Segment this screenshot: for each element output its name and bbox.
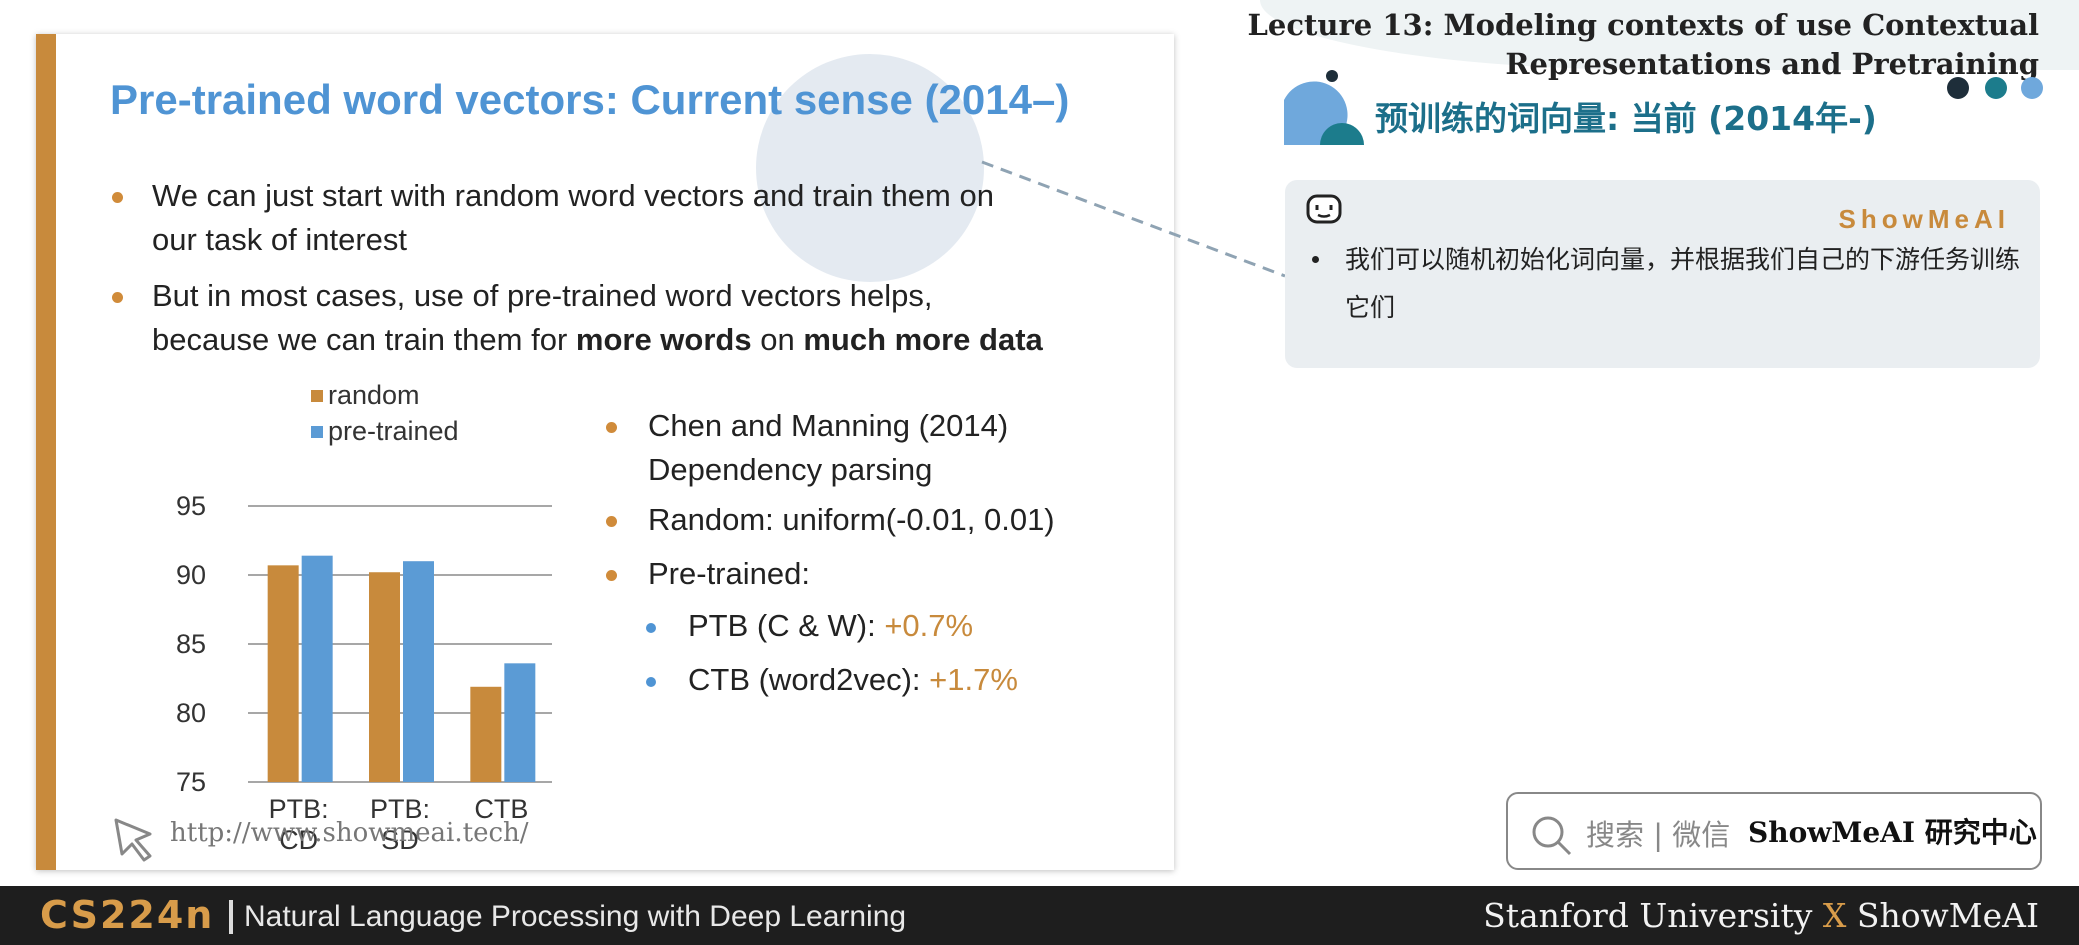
legend-swatch — [311, 426, 323, 438]
bullet-dot — [112, 192, 123, 203]
note-text: 我们可以随机初始化词向量，并根据我们自己的下游任务训练它们 — [1345, 245, 2021, 322]
right-bullet-3: Pre-trained: — [648, 556, 810, 591]
chinese-heading: 预训练的词向量: 当前 (2014年-) — [1375, 99, 1877, 138]
bullet-dot — [606, 570, 617, 581]
heading-decoration-icon — [1284, 70, 1364, 145]
bar — [369, 572, 400, 782]
sub-bullet-dot — [646, 677, 656, 687]
bar-chart: randompre-trained9590858075PTB:CDPTB:SDC… — [176, 380, 552, 855]
legend-label: random — [328, 380, 420, 410]
right-bullet-1-line2: Dependency parsing — [648, 452, 933, 487]
footer-course: CS224n — [40, 893, 215, 937]
sub-bullet-2-value: +1.7% — [929, 662, 1018, 697]
footer-credit-b: ShowMeAI — [1846, 896, 2039, 935]
footer-credit: Stanford University X ShowMeAI — [1483, 896, 2039, 935]
search-label: 搜索 | 微信 — [1586, 818, 1731, 852]
sub-bullet-dot — [646, 623, 656, 633]
cursor-icon — [114, 818, 152, 862]
sub-bullet-1: PTB (C & W): +0.7% — [688, 604, 973, 648]
lecture-title-line1: Lecture 13: Modeling contexts of use Con… — [1247, 8, 2039, 42]
bar — [504, 663, 536, 782]
connector-line — [981, 160, 1286, 278]
note-bullet-dot — [1312, 256, 1319, 263]
right-bullet-1: Chen and Manning (2014) Dependency parsi… — [648, 404, 1008, 492]
y-tick-label: 80 — [176, 698, 206, 728]
decorative-dots — [1947, 77, 2043, 99]
bullet-2-text-c: on — [751, 322, 804, 357]
bullet-2-bold-b: much more data — [803, 322, 1043, 357]
footer-bar: CS224n Natural Language Processing with … — [0, 886, 2079, 945]
bar — [301, 555, 333, 782]
search-icon — [1532, 816, 1572, 856]
note-brand: ShowMeAI — [1838, 204, 2010, 234]
slide-title: Pre-trained word vectors: Current sense … — [110, 76, 1070, 123]
note-card: ShowMeAI 我们可以随机初始化词向量，并根据我们自己的下游任务训练它们 — [1285, 180, 2040, 368]
url-link[interactable]: http://www.showmeai.tech/ — [170, 818, 529, 848]
slide-accent-bar — [36, 34, 56, 870]
bullet-1: We can just start with random word vecto… — [152, 174, 994, 262]
sub-bullet-2-label: CTB (word2vec): — [688, 662, 930, 697]
bar — [470, 686, 502, 782]
search-brand: ShowMeAI 研究中心 — [1748, 816, 2037, 849]
bar — [267, 565, 299, 782]
y-tick-label: 90 — [176, 560, 206, 590]
footer-credit-x: X — [1822, 896, 1847, 935]
sub-bullet-1-value: +0.7% — [884, 608, 974, 643]
footer-credit-a: Stanford University — [1483, 896, 1823, 935]
bullet-2-line1: But in most cases, use of pre-trained wo… — [152, 278, 933, 313]
wechat-search-box[interactable]: 搜索 | 微信 ShowMeAI 研究中心 — [1506, 792, 2042, 870]
right-bullet-1-line1: Chen and Manning (2014) — [648, 408, 1009, 443]
bullet-2-bold-a: more words — [575, 322, 752, 357]
bullet-2: But in most cases, use of pre-trained wo… — [152, 274, 1043, 362]
legend-label: pre-trained — [328, 416, 459, 446]
bullet-dot — [112, 292, 123, 303]
bullet-2-line2: because we can train them for more words… — [152, 318, 1043, 362]
bullet-1-line2: our task of interest — [152, 222, 408, 257]
robot-icon — [1306, 194, 1342, 224]
y-tick-label: 95 — [176, 491, 206, 521]
sub-bullet-2: CTB (word2vec): +1.7% — [688, 658, 1018, 702]
bullet-dot — [606, 422, 617, 433]
legend-swatch — [311, 390, 323, 402]
sub-bullet-1-label: PTB (C & W): — [688, 608, 885, 643]
bullet-2-text-a: because we can train them for — [152, 322, 576, 357]
bar — [403, 561, 434, 782]
y-tick-label: 85 — [176, 629, 206, 659]
bullet-dot — [606, 516, 617, 527]
lecture-title-line2: Representations and Pretraining — [1505, 47, 2039, 81]
lecture-title: Lecture 13: Modeling contexts of use Con… — [1139, 6, 2039, 84]
bullet-1-line1: We can just start with random word vecto… — [152, 178, 994, 213]
right-bullet-2: Random: uniform(-0.01, 0.01) — [648, 502, 1055, 537]
footer-separator — [229, 900, 233, 934]
footer-subtitle: Natural Language Processing with Deep Le… — [244, 900, 907, 933]
y-tick-label: 75 — [176, 767, 206, 797]
